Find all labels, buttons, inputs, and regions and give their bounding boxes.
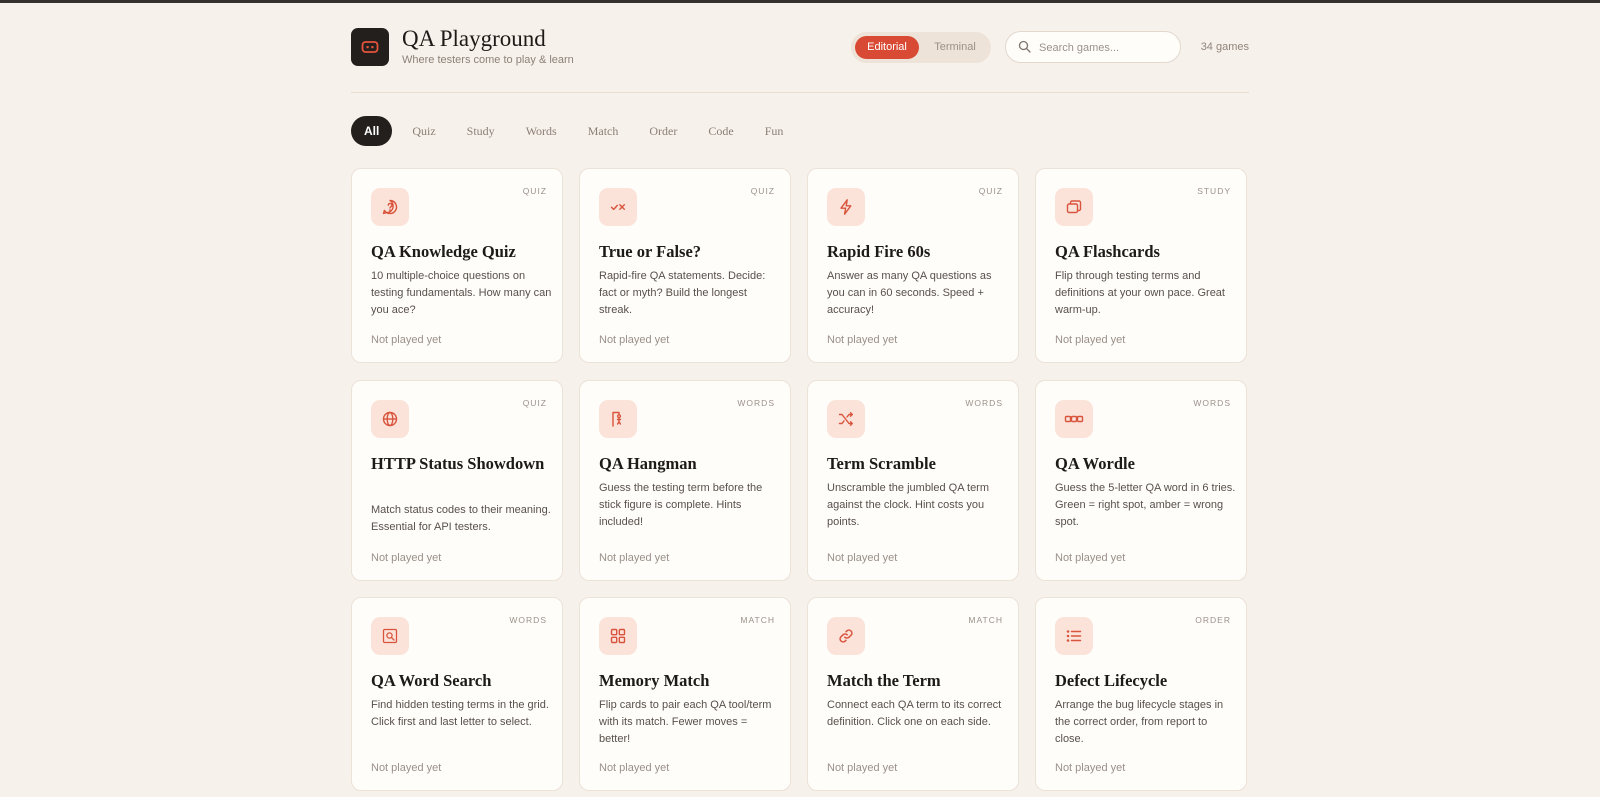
card-description: Answer as many QA questions as you can i…	[827, 270, 992, 316]
filter-code[interactable]: Code	[697, 116, 744, 146]
card-title: QA Knowledge Quiz	[371, 242, 516, 261]
card-category: QUIZ	[522, 398, 547, 408]
filter-match[interactable]: Match	[577, 116, 630, 146]
game-card-qa-knowledge-quiz[interactable]: QUIZ QA Knowledge Quiz 10 multiple-choic…	[351, 168, 563, 363]
app-header: QA Playground Where testers come to play…	[351, 0, 1249, 93]
filter-all[interactable]: All	[351, 116, 393, 146]
card-description: Match status codes to their meaning. Ess…	[371, 504, 551, 533]
theme-mode-toggle: Editorial Terminal	[851, 32, 991, 63]
game-card-true-or-false[interactable]: QUIZ True or False? Rapid-fire QA statem…	[579, 168, 791, 363]
robot-logo-icon[interactable]	[351, 28, 389, 66]
filter-order[interactable]: Order	[638, 116, 688, 146]
game-card-qa-wordle[interactable]: WORDS QA Wordle Guess the 5-letter QA wo…	[1035, 380, 1247, 581]
card-description: Arrange the bug lifecycle stages in the …	[1055, 699, 1224, 745]
card-description: Connect each QA term to its correct defi…	[827, 699, 1002, 728]
card-title: Defect Lifecycle	[1055, 671, 1168, 690]
card-category: QUIZ	[750, 186, 775, 196]
game-card-http-status-showdown[interactable]: QUIZ HTTP Status Showdown Match status c…	[351, 380, 563, 581]
card-category: QUIZ	[978, 186, 1003, 196]
games-count: 34 games	[1200, 41, 1249, 53]
card-description: Guess the 5-letter QA word in 6 tries. G…	[1055, 482, 1236, 528]
card-title: QA Hangman	[599, 454, 697, 473]
card-status: Not played yet	[1055, 552, 1126, 564]
card-title: QA Word Search	[371, 671, 492, 690]
filter-words[interactable]: Words	[515, 116, 568, 146]
card-status: Not played yet	[371, 334, 442, 346]
card-category: WORDS	[509, 615, 547, 625]
card-category: MATCH	[740, 615, 775, 625]
card-status: Not played yet	[827, 552, 898, 564]
card-category: STUDY	[1197, 186, 1231, 196]
card-category: MATCH	[968, 615, 1003, 625]
mode-terminal-button[interactable]: Terminal	[923, 36, 987, 59]
gallows-icon	[599, 400, 637, 438]
card-description: Unscramble the jumbled QA term against t…	[827, 482, 990, 528]
filter-quiz[interactable]: Quiz	[401, 116, 446, 146]
card-status: Not played yet	[827, 334, 898, 346]
letter-tiles-icon	[1055, 400, 1093, 438]
game-card-grid: QUIZ QA Knowledge Quiz 10 multiple-choic…	[351, 168, 1249, 791]
card-description: Guess the testing term before the stick …	[599, 482, 763, 528]
card-title: QA Flashcards	[1055, 242, 1160, 261]
card-status: Not played yet	[371, 552, 442, 564]
game-card-defect-lifecycle[interactable]: ORDER Defect Lifecycle Arrange the bug l…	[1035, 597, 1247, 791]
card-status: Not played yet	[1055, 334, 1126, 346]
card-title: Match the Term	[827, 671, 941, 690]
link-icon	[827, 617, 865, 655]
game-card-qa-hangman[interactable]: WORDS QA Hangman Guess the testing term …	[579, 380, 791, 581]
filter-study[interactable]: Study	[456, 116, 506, 146]
card-title: QA Wordle	[1055, 454, 1135, 473]
card-category: QUIZ	[522, 186, 547, 196]
game-card-match-the-term[interactable]: MATCH Match the Term Connect each QA ter…	[807, 597, 1019, 791]
card-title: Term Scramble	[827, 454, 936, 473]
page-container: QA Playground Where testers come to play…	[351, 0, 1249, 791]
game-card-qa-word-search[interactable]: WORDS QA Word Search Find hidden testing…	[351, 597, 563, 791]
card-title: True or False?	[599, 242, 702, 261]
shuffle-icon	[827, 400, 865, 438]
mode-editorial-button[interactable]: Editorial	[855, 36, 919, 59]
check-cross-icon	[599, 188, 637, 226]
card-status: Not played yet	[599, 334, 670, 346]
grid-search-icon	[371, 617, 409, 655]
card-category: WORDS	[1193, 398, 1231, 408]
search-box[interactable]	[1005, 31, 1181, 63]
card-description: Find hidden testing terms in the grid. C…	[371, 699, 549, 728]
category-filters: All Quiz Study Words Match Order Code Fu…	[351, 116, 803, 146]
card-status: Not played yet	[599, 762, 670, 774]
card-status: Not played yet	[371, 762, 442, 774]
question-bubble-icon	[371, 188, 409, 226]
globe-icon	[371, 400, 409, 438]
filter-fun[interactable]: Fun	[754, 116, 795, 146]
card-category: WORDS	[965, 398, 1003, 408]
app-subtitle: Where testers come to play & learn	[402, 54, 574, 66]
card-title: Memory Match	[599, 671, 710, 690]
flashcards-icon	[1055, 188, 1093, 226]
card-status: Not played yet	[1055, 762, 1126, 774]
card-description: 10 multiple-choice questions on testing …	[371, 270, 552, 316]
game-card-term-scramble[interactable]: WORDS Term Scramble Unscramble the jumbl…	[807, 380, 1019, 581]
card-title: Rapid Fire 60s	[827, 242, 931, 261]
card-category: ORDER	[1195, 615, 1231, 625]
card-title: HTTP Status Showdown	[371, 454, 545, 473]
card-description: Flip cards to pair each QA tool/term wit…	[599, 699, 772, 745]
card-category: WORDS	[737, 398, 775, 408]
card-description: Rapid-fire QA statements. Decide: fact o…	[599, 270, 766, 316]
lightning-icon	[827, 188, 865, 226]
card-status: Not played yet	[827, 762, 898, 774]
ordered-list-icon	[1055, 617, 1093, 655]
app-title: QA Playground	[402, 26, 546, 51]
search-input[interactable]	[1039, 38, 1169, 58]
card-description: Flip through testing terms and definitio…	[1055, 270, 1225, 316]
game-card-memory-match[interactable]: MATCH Memory Match Flip cards to pair ea…	[579, 597, 791, 791]
card-status: Not played yet	[599, 552, 670, 564]
search-icon	[1018, 40, 1031, 53]
game-card-rapid-fire-60s[interactable]: QUIZ Rapid Fire 60s Answer as many QA qu…	[807, 168, 1019, 363]
four-squares-icon	[599, 617, 637, 655]
game-card-qa-flashcards[interactable]: STUDY QA Flashcards Flip through testing…	[1035, 168, 1247, 363]
